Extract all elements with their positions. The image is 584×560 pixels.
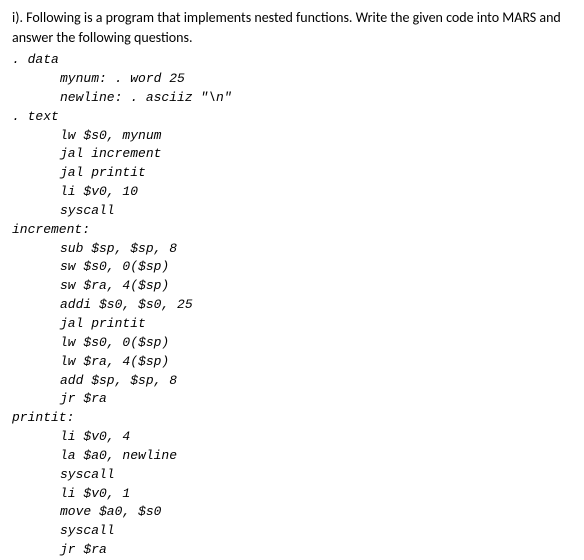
increment-instruction: lw $s0, 0($sp) <box>60 334 572 353</box>
increment-instruction: add $sp, $sp, 8 <box>60 372 572 391</box>
increment-instruction: addi $s0, $s0, 25 <box>60 296 572 315</box>
printit-instruction: move $a0, $s0 <box>60 503 572 522</box>
increment-instruction: sw $ra, 4($sp) <box>60 277 572 296</box>
printit-instruction: li $v0, 1 <box>60 485 572 504</box>
main-instruction: jal printit <box>60 164 572 183</box>
newline-directive: newline: . asciiz "\n" <box>60 89 572 108</box>
main-instruction: jal increment <box>60 145 572 164</box>
printit-instruction: syscall <box>60 522 572 541</box>
main-instruction: li $v0, 10 <box>60 183 572 202</box>
printit-instruction: la $a0, newline <box>60 447 572 466</box>
increment-instruction: sw $s0, 0($sp) <box>60 258 572 277</box>
increment-instruction: lw $ra, 4($sp) <box>60 353 572 372</box>
code-block: . data mynum: . word 25 newline: . ascii… <box>12 51 572 560</box>
question-prompt: i). Following is a program that implemen… <box>12 8 572 47</box>
increment-instruction: jr $ra <box>60 390 572 409</box>
data-section-label: . data <box>12 51 572 70</box>
increment-label: increment: <box>12 221 572 240</box>
printit-instruction: jr $ra <box>60 541 572 560</box>
text-section-label: . text <box>12 108 572 127</box>
increment-instruction: sub $sp, $sp, 8 <box>60 240 572 259</box>
main-instruction: lw $s0, mynum <box>60 127 572 146</box>
printit-label: printit: <box>12 409 572 428</box>
printit-instruction: syscall <box>60 466 572 485</box>
increment-instruction: jal printit <box>60 315 572 334</box>
main-instruction: syscall <box>60 202 572 221</box>
mynum-directive: mynum: . word 25 <box>60 70 572 89</box>
printit-instruction: li $v0, 4 <box>60 428 572 447</box>
